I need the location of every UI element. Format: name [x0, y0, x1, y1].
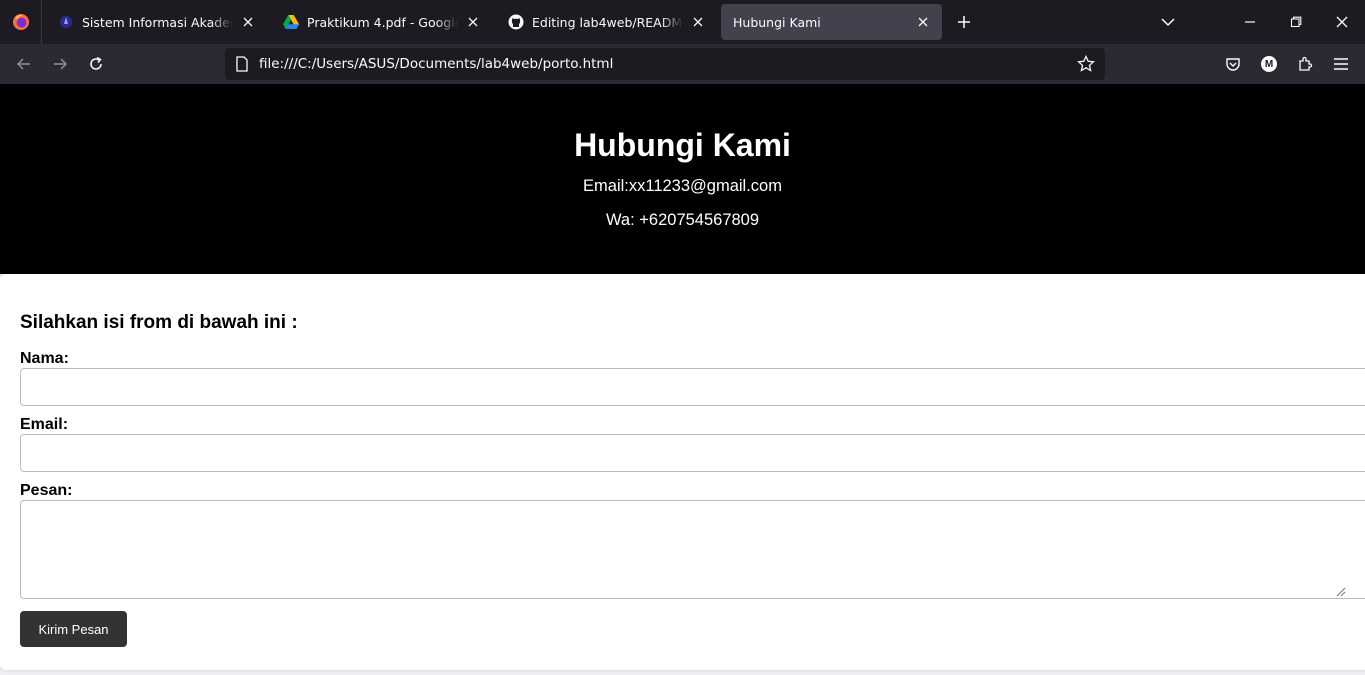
close-tab-icon[interactable]: [239, 13, 257, 31]
resize-handle-icon[interactable]: [1334, 585, 1346, 597]
address-bar[interactable]: file:///C:/Users/ASUS/Documents/lab4web/…: [225, 48, 1105, 80]
close-tab-icon[interactable]: [689, 13, 707, 31]
pocket-icon: [1226, 58, 1240, 71]
name-label: Nama:: [20, 350, 69, 367]
extensions-button[interactable]: [1287, 48, 1323, 80]
firefox-icon: [12, 14, 29, 30]
close-window-button[interactable]: [1319, 0, 1365, 44]
page-icon: [236, 56, 248, 72]
star-icon[interactable]: [1077, 55, 1095, 73]
puzzle-icon: [1299, 56, 1313, 71]
close-icon: [1336, 16, 1348, 28]
restore-icon: [1290, 16, 1302, 28]
new-tab-button[interactable]: [948, 6, 980, 38]
close-tab-icon[interactable]: [914, 13, 932, 31]
avatar: M: [1261, 56, 1277, 72]
forward-button[interactable]: [42, 48, 78, 80]
list-all-tabs-button[interactable]: [1145, 0, 1191, 44]
account-button[interactable]: M: [1251, 48, 1287, 80]
firefox-view-button[interactable]: [0, 0, 42, 44]
email-label: Email:: [20, 416, 69, 433]
page-title: Hubungi Kami: [574, 127, 791, 163]
contact-form-card: Silahkan isi from di bawah ini : Nama: E…: [0, 274, 1365, 670]
back-button[interactable]: [6, 48, 42, 80]
tab-title: Editing lab4web/README.md at main: [532, 14, 683, 30]
name-field[interactable]: [20, 368, 1365, 406]
submit-button[interactable]: Kirim Pesan: [20, 611, 127, 647]
url-text[interactable]: file:///C:/Users/ASUS/Documents/lab4web/…: [259, 56, 1077, 72]
tab-title: Hubungi Kami: [733, 14, 821, 30]
reload-icon: [90, 56, 102, 70]
hamburger-menu-icon: [1334, 58, 1348, 70]
plus-icon: [958, 16, 970, 28]
header-section: Hubungi Kami Email:xx11233@gmail.com Wa:…: [0, 84, 1365, 274]
form-heading: Silahkan isi from di bawah ini :: [20, 312, 298, 333]
minimize-button[interactable]: [1227, 0, 1273, 44]
tab-praktikum-google-drive[interactable]: Praktikum 4.pdf - Google Drive: [271, 4, 492, 40]
page-viewport: Hubungi Kami Email:xx11233@gmail.com Wa:…: [0, 84, 1365, 675]
back-arrow-icon: [16, 58, 30, 70]
tab-sistem-informasi-akademik[interactable]: Sistem Informasi Akademik: [46, 4, 267, 40]
minimize-icon: [1245, 21, 1255, 23]
tab-title: Sistem Informasi Akademik: [82, 14, 233, 30]
google-drive-icon: [283, 14, 299, 30]
browser-nav-bar: file:///C:/Users/ASUS/Documents/lab4web/…: [0, 44, 1365, 84]
tab-hubungi-kami[interactable]: Hubungi Kami: [721, 4, 942, 40]
app-menu-button[interactable]: [1323, 48, 1359, 80]
message-textarea[interactable]: [20, 500, 1365, 599]
close-tab-icon[interactable]: [464, 13, 482, 31]
github-icon: [508, 14, 524, 30]
tab-title: Praktikum 4.pdf - Google Drive: [307, 14, 458, 30]
email-field[interactable]: [20, 434, 1365, 472]
chevron-down-icon: [1161, 18, 1175, 27]
contact-whatsapp: Wa: +620754567809: [605, 211, 760, 229]
message-label: Pesan:: [20, 482, 73, 499]
pocket-button[interactable]: [1215, 48, 1251, 80]
forward-arrow-icon: [54, 58, 68, 70]
contact-email: Email:xx11233@gmail.com: [583, 177, 782, 195]
tab-github-editing[interactable]: Editing lab4web/README.md at main: [496, 4, 717, 40]
siakad-favicon: [58, 14, 74, 30]
browser-tab-bar: Sistem Informasi Akademik Praktikum 4.pd…: [0, 0, 1365, 44]
reload-button[interactable]: [78, 48, 114, 80]
restore-button[interactable]: [1273, 0, 1319, 44]
